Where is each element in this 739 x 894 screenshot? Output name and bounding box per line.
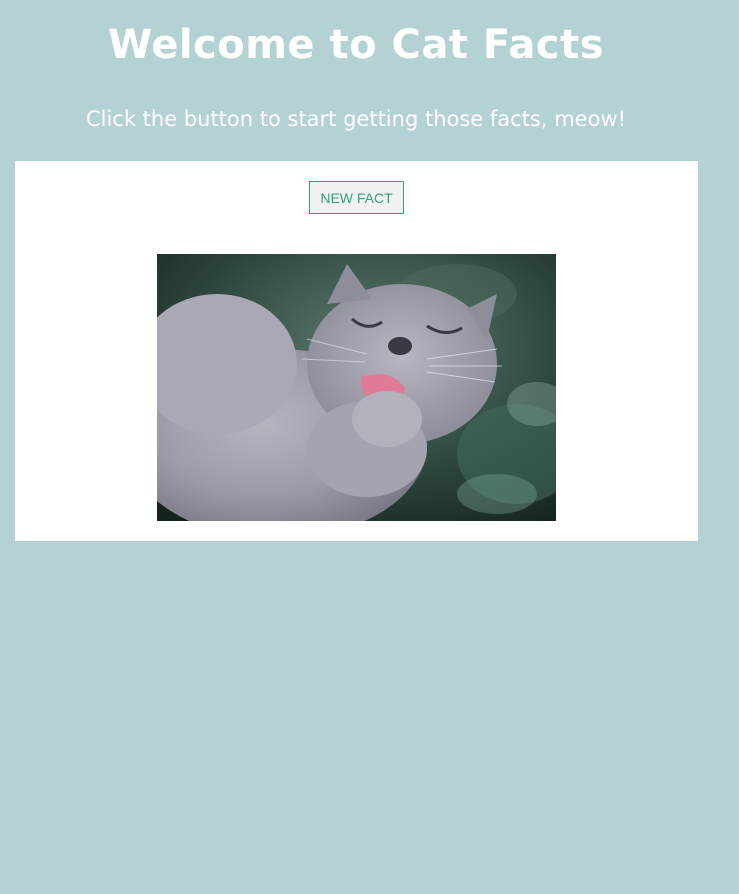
page-title: Welcome to Cat Facts: [108, 22, 604, 68]
cat-photo: [157, 254, 556, 521]
page-subtitle: Click the button to start getting those …: [85, 107, 627, 131]
fact-card: NEW FACT: [15, 161, 698, 541]
new-fact-button[interactable]: NEW FACT: [309, 181, 404, 214]
